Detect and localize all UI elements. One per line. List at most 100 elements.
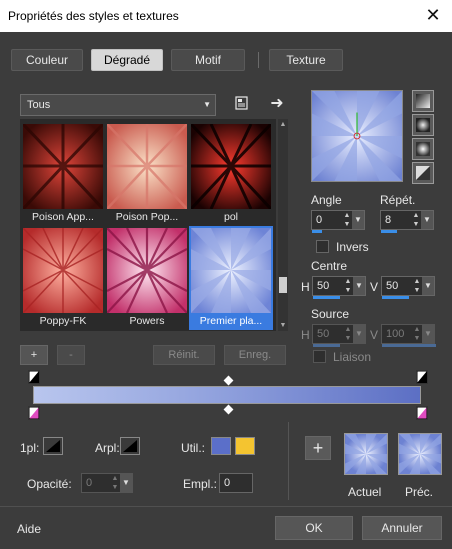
tab-texture[interactable]: Texture — [269, 49, 343, 71]
arrow-right-icon[interactable]: ➜ — [268, 95, 286, 113]
browse-folder-icon[interactable] — [233, 95, 251, 113]
source-h-input[interactable]: 50 ▲ ▼ ▼ — [312, 324, 366, 347]
spin-arrows-icon[interactable]: ▲ ▼ — [343, 325, 353, 343]
gradient-bar[interactable] — [33, 386, 421, 404]
chevron-down-icon[interactable]: ▼ — [422, 277, 434, 295]
chevron-up-icon[interactable]: ▲ — [278, 121, 288, 128]
bottom-color-stop-right[interactable] — [416, 406, 428, 420]
rectangular-style-button[interactable] — [412, 114, 434, 136]
gradient-thumbnail — [107, 124, 187, 209]
spin-arrows-icon[interactable]: ▲ ▼ — [412, 277, 422, 295]
gallery-item[interactable]: pol — [191, 124, 271, 224]
tab-couleur[interactable]: Couleur — [11, 49, 83, 71]
tab-separator — [258, 52, 259, 68]
spin-arrows-icon[interactable]: ▲ ▼ — [412, 325, 422, 343]
previous-gradient-swatch[interactable] — [398, 433, 442, 475]
chevron-down-icon[interactable]: ▼ — [353, 325, 365, 343]
angle-label: Angle — [311, 193, 342, 207]
chevron-down-icon[interactable]: ▼ — [421, 211, 433, 229]
source-label: Source — [311, 307, 350, 321]
center-label: Centre — [311, 259, 348, 273]
gradient-thumbnail — [191, 228, 271, 313]
source-v-value: 100 — [386, 328, 405, 340]
gallery-item[interactable]: Powers — [107, 228, 187, 328]
source-h-value: 50 — [317, 328, 330, 340]
center-h-input[interactable]: 50 ▲ ▼ ▼ — [312, 276, 366, 299]
add-to-swatches-button[interactable]: + — [305, 436, 331, 460]
spin-arrows-icon[interactable]: ▲ ▼ — [343, 277, 353, 295]
background-swatch[interactable] — [120, 437, 140, 455]
value-indicator — [381, 230, 397, 233]
center-v-input[interactable]: 50 ▲ ▼ ▼ — [381, 276, 435, 299]
opacity-input[interactable]: 0 ▲ ▼ ▼ — [81, 473, 133, 493]
gradient-thumbnail — [23, 228, 103, 313]
cancel-button[interactable]: Annuler — [362, 516, 442, 540]
window-title: Propriétés des styles et textures — [8, 9, 179, 23]
linear-style-button[interactable] — [412, 90, 434, 112]
opacity-value: 0 — [86, 477, 93, 489]
value-indicator — [313, 344, 340, 347]
spin-arrows-icon[interactable]: ▲ ▼ — [110, 474, 120, 492]
bottom-color-stop-left[interactable] — [28, 406, 40, 420]
close-icon[interactable]: ✕ — [420, 2, 446, 28]
help-link[interactable]: Aide — [17, 522, 41, 536]
opacity-label: Opacité: — [27, 477, 72, 491]
angle-input[interactable]: 0 ▲ ▼ ▼ — [311, 210, 365, 233]
gallery-item-label: Premier pla... — [199, 315, 263, 327]
chevron-down-icon[interactable]: ▼ — [353, 277, 365, 295]
value-indicator — [382, 296, 409, 299]
center-v-label: V — [370, 280, 379, 294]
background-label: Arpl: — [95, 441, 120, 455]
spin-arrows-icon[interactable]: ▲ ▼ — [342, 211, 352, 229]
invert-label: Invers — [336, 240, 369, 254]
center-h-value: 50 — [317, 280, 330, 292]
foreground-swatch[interactable] — [43, 437, 63, 455]
used-color-yellow[interactable] — [235, 437, 255, 455]
reset-button[interactable]: Réinit. — [153, 345, 215, 365]
source-h-label: H — [301, 328, 310, 342]
radial-style-button[interactable] — [412, 162, 434, 184]
chevron-down-icon: ▼ — [203, 100, 211, 109]
link-checkbox[interactable] — [313, 350, 326, 363]
invert-checkbox[interactable] — [316, 240, 329, 253]
top-color-stop-right[interactable] — [416, 370, 428, 384]
scrollbar-thumb[interactable] — [279, 277, 287, 293]
used-color-blue[interactable] — [211, 437, 231, 455]
source-v-input[interactable]: 100 ▲ ▼ ▼ — [381, 324, 436, 347]
gallery-item-label: Poison App... — [32, 211, 94, 223]
category-select[interactable]: Tous ▼ — [20, 94, 216, 116]
gradient-preview[interactable] — [311, 90, 403, 182]
add-gradient-button[interactable]: + — [20, 345, 48, 365]
center-v-value: 50 — [386, 280, 399, 292]
tab-motif[interactable]: Motif — [171, 49, 245, 71]
spin-arrows-icon[interactable]: ▲ ▼ — [411, 211, 421, 229]
chevron-down-icon[interactable]: ▼ — [278, 322, 288, 329]
previous-label: Préc. — [405, 485, 434, 499]
value-indicator — [312, 230, 322, 233]
chevron-down-icon[interactable]: ▼ — [120, 474, 132, 492]
gallery-item[interactable]: Poppy-FK — [23, 228, 103, 328]
divider — [288, 422, 289, 500]
save-gradient-button[interactable]: Enreg. — [224, 345, 286, 365]
gallery-item[interactable]: Poison App... — [23, 124, 103, 224]
remove-gradient-button[interactable]: - — [57, 345, 85, 365]
title-bar: Propriétés des styles et textures ✕ — [0, 0, 452, 32]
repeat-input[interactable]: 8 ▲ ▼ ▼ — [380, 210, 434, 233]
gallery-item-selected[interactable]: Premier pla... — [189, 226, 273, 330]
chevron-down-icon[interactable]: ▼ — [352, 211, 364, 229]
sunburst-style-button[interactable] — [412, 138, 434, 160]
current-gradient-swatch[interactable] — [344, 433, 388, 475]
repeat-label: Répét. — [380, 193, 416, 207]
ok-button[interactable]: OK — [275, 516, 353, 540]
angle-value: 0 — [316, 214, 323, 226]
gradient-gallery: Poison App... Poison Pop... pol Poppy-FK — [20, 119, 276, 331]
gallery-item[interactable]: Poison Pop... — [107, 124, 187, 224]
top-midpoint-marker[interactable] — [223, 375, 234, 386]
chevron-down-icon[interactable]: ▼ — [422, 325, 434, 343]
top-color-stop-left[interactable] — [28, 370, 40, 384]
gallery-scrollbar[interactable]: ▲ ▼ — [278, 119, 288, 331]
repeat-value: 8 — [385, 214, 392, 226]
location-input[interactable]: 0 — [219, 473, 253, 493]
bottom-midpoint-marker[interactable] — [223, 404, 234, 415]
tab-degrade[interactable]: Dégradé — [91, 49, 163, 71]
